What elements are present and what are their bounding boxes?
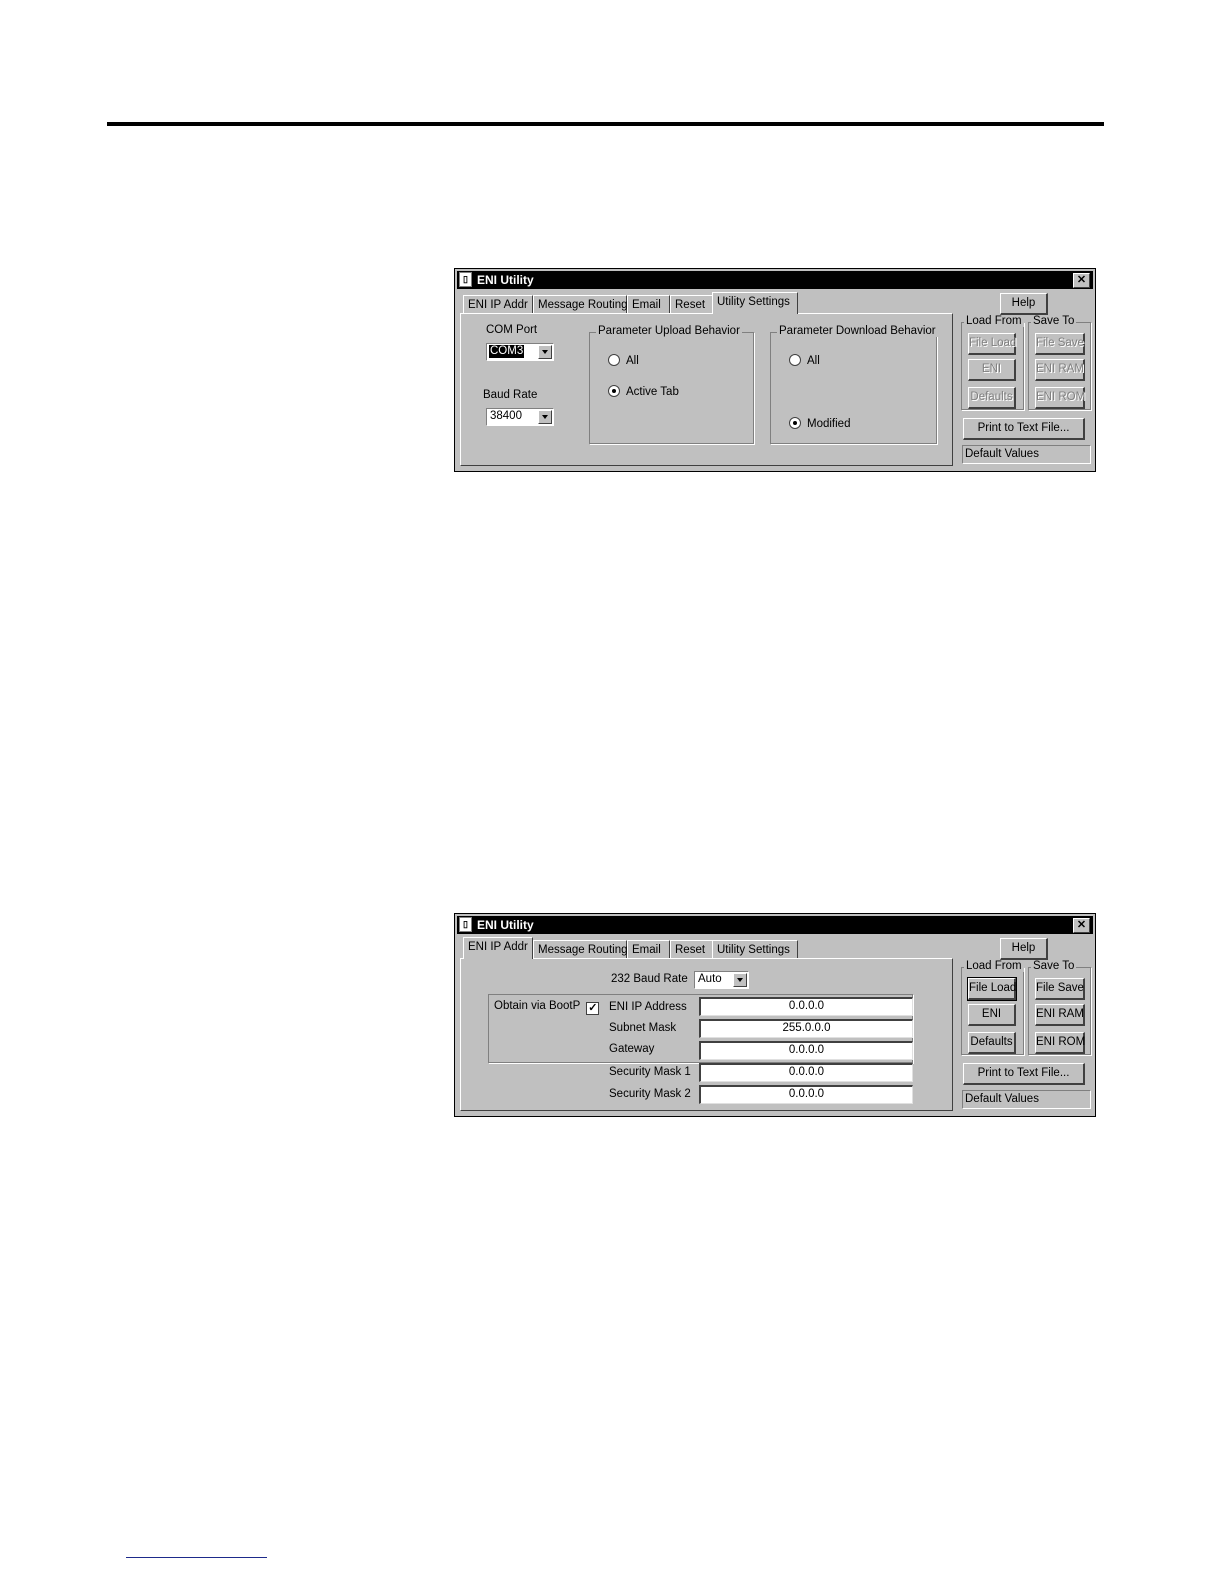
radio-checked-icon: [608, 385, 620, 397]
baud-rate-232-value: Auto: [698, 973, 722, 985]
security-mask-1-input[interactable]: 0.0.0.0: [699, 1063, 913, 1082]
close-icon[interactable]: ✕: [1073, 273, 1090, 288]
load-from-label: Load From: [964, 960, 1024, 972]
app-icon: ▯: [459, 272, 472, 287]
help-button[interactable]: Help: [1000, 938, 1048, 960]
print-to-text-file-button[interactable]: Print to Text File...: [963, 418, 1085, 440]
title-bar: ▯ ENI Utility ✕: [457, 271, 1093, 289]
eni-rom-button[interactable]: ENI ROM: [1035, 1032, 1085, 1054]
utility-settings-panel: COM Port COM3 Baud Rate 38400 Parameter …: [460, 313, 953, 466]
checkbox-checked-icon[interactable]: ✓: [586, 1002, 600, 1015]
app-icon: ▯: [459, 917, 472, 932]
baud-rate-label: Baud Rate: [483, 389, 538, 401]
download-behavior-label: Parameter Download Behavior: [777, 325, 938, 337]
eni-load-button[interactable]: ENI: [968, 359, 1016, 381]
subnet-mask-input[interactable]: 255.0.0.0: [699, 1019, 913, 1038]
upload-behavior-label: Parameter Upload Behavior: [596, 325, 742, 337]
com-port-label: COM Port: [486, 324, 538, 336]
upload-active-tab-label: Active Tab: [626, 386, 679, 398]
save-to-label: Save To: [1031, 315, 1077, 327]
download-modified-label: Modified: [807, 418, 851, 430]
subnet-mask-label: Subnet Mask: [609, 1022, 677, 1034]
tab-email[interactable]: Email: [627, 295, 670, 314]
eni-utility-window-ip-addr: ▯ ENI Utility ✕ ENI IP Addr Message Rout…: [454, 913, 1096, 1117]
window-title: ENI Utility: [477, 273, 534, 287]
tab-reset[interactable]: Reset: [670, 940, 714, 959]
download-all-label: All: [807, 355, 820, 367]
tab-utility-settings[interactable]: Utility Settings: [712, 292, 798, 314]
bootp-label: Obtain via BootP: [494, 1000, 581, 1012]
upload-all-label: All: [626, 355, 639, 367]
save-to-label: Save To: [1031, 960, 1077, 972]
close-icon[interactable]: ✕: [1073, 918, 1090, 933]
eni-load-button[interactable]: ENI: [968, 1004, 1016, 1026]
load-from-label: Load From: [964, 315, 1024, 327]
tab-eni-ip-addr[interactable]: ENI IP Addr: [463, 295, 533, 314]
eni-rom-button[interactable]: ENI ROM: [1035, 387, 1085, 409]
window-title: ENI Utility: [477, 918, 534, 932]
header-rule: [107, 122, 1104, 126]
security-mask-2-input[interactable]: 0.0.0.0: [699, 1085, 913, 1104]
com-port-select[interactable]: COM3: [486, 343, 554, 361]
tab-eni-ip-addr[interactable]: ENI IP Addr: [463, 937, 533, 959]
baud-rate-select[interactable]: 38400: [486, 408, 554, 426]
tab-message-routing[interactable]: Message Routing: [533, 940, 628, 959]
print-to-text-file-button[interactable]: Print to Text File...: [963, 1063, 1085, 1085]
defaults-button[interactable]: Defaults: [968, 1032, 1016, 1054]
ip-addr-panel: 232 Baud Rate Auto Obtain via BootP ✓ ENI…: [460, 958, 953, 1111]
footer-link-underline[interactable]: [126, 1557, 267, 1558]
tab-message-routing[interactable]: Message Routing: [533, 295, 628, 314]
status-field: Default Values: [962, 445, 1091, 464]
com-port-value: COM3: [489, 345, 525, 358]
security-mask-1-label: Security Mask 1: [609, 1066, 691, 1078]
radio-unchecked-icon: [608, 354, 620, 366]
download-behavior-group: Parameter Download Behavior All Modified: [770, 325, 938, 444]
radio-checked-icon: [789, 417, 801, 429]
gateway-input[interactable]: 0.0.0.0: [699, 1041, 913, 1060]
upload-active-tab-radio[interactable]: Active Tab: [608, 385, 679, 398]
help-button[interactable]: Help: [1000, 293, 1048, 315]
gateway-label: Gateway: [609, 1043, 655, 1055]
eni-ip-address-input[interactable]: 0.0.0.0: [699, 997, 913, 1016]
tab-utility-settings[interactable]: Utility Settings: [712, 940, 798, 959]
upload-all-radio[interactable]: All: [608, 354, 639, 367]
tab-reset[interactable]: Reset: [670, 295, 714, 314]
eni-ram-button[interactable]: ENI RAM: [1035, 359, 1085, 381]
chevron-down-icon[interactable]: [538, 345, 552, 359]
security-mask-2-label: Security Mask 2: [609, 1088, 691, 1100]
file-load-button[interactable]: File Load: [968, 333, 1016, 355]
title-bar: ▯ ENI Utility ✕: [457, 916, 1093, 934]
file-load-button[interactable]: File Load: [967, 977, 1017, 1001]
status-field: Default Values: [962, 1090, 1091, 1109]
upload-behavior-group: Parameter Upload Behavior All Active Tab: [589, 325, 754, 444]
chevron-down-icon[interactable]: [538, 410, 552, 424]
download-modified-radio[interactable]: Modified: [789, 417, 850, 430]
radio-unchecked-icon: [789, 354, 801, 366]
file-save-button[interactable]: File Save: [1035, 978, 1085, 1000]
file-save-button[interactable]: File Save: [1035, 333, 1085, 355]
chevron-down-icon[interactable]: [733, 973, 747, 987]
tab-email[interactable]: Email: [627, 940, 670, 959]
baud-rate-value: 38400: [490, 410, 522, 422]
baud-rate-232-select[interactable]: Auto: [694, 971, 749, 989]
download-all-radio[interactable]: All: [789, 354, 820, 367]
eni-ip-address-label: ENI IP Address: [609, 1001, 687, 1013]
defaults-button[interactable]: Defaults: [968, 387, 1016, 409]
eni-utility-window-utility-settings: ▯ ENI Utility ✕ ENI IP Addr Message Rout…: [454, 268, 1096, 472]
bootp-checkbox[interactable]: Obtain via BootP ✓: [494, 1000, 600, 1015]
baud-rate-232-label: 232 Baud Rate: [611, 973, 688, 985]
eni-ram-button[interactable]: ENI RAM: [1035, 1004, 1085, 1026]
